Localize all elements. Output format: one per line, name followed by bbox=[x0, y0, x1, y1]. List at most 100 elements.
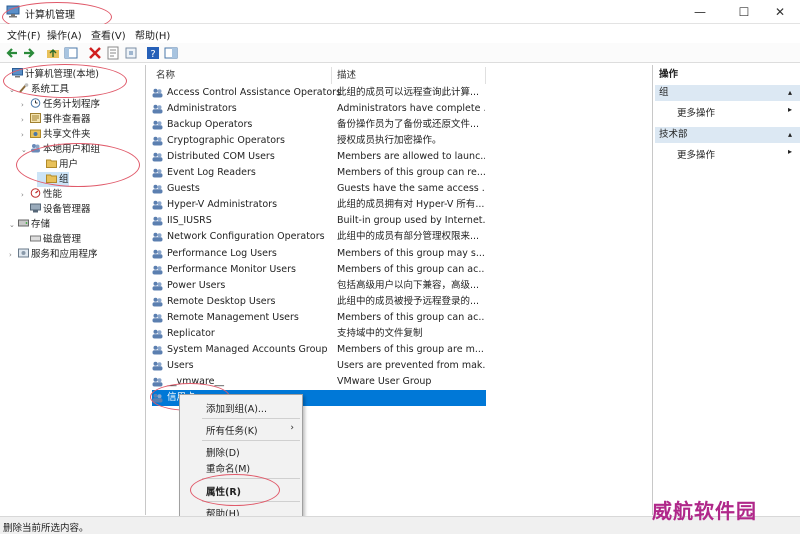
menu-file[interactable]: 文件(F) bbox=[7, 27, 41, 42]
group-description: Members of this group can ac... bbox=[337, 311, 485, 323]
group-description: Members of this group may s... bbox=[337, 247, 485, 259]
group-row[interactable]: Access Control Assistance Operators 此组的成员… bbox=[152, 85, 486, 101]
group-icon bbox=[152, 201, 163, 210]
actions-section-groups[interactable]: 组 ▴ bbox=[655, 85, 800, 101]
group-description: Members of this group can ac... bbox=[337, 263, 485, 275]
group-row[interactable]: Cryptographic Operators 授权成员执行加密操作。 bbox=[152, 133, 486, 149]
tree-item-computer-management[interactable]: 计算机管理(本地) bbox=[3, 67, 99, 82]
group-row[interactable]: Users Users are prevented from mak... bbox=[152, 358, 486, 374]
group-name: Network Configuration Operators bbox=[167, 231, 325, 243]
group-description: Members are allowed to launc... bbox=[337, 151, 485, 163]
group-row[interactable]: Performance Monitor Users Members of this… bbox=[152, 262, 486, 278]
group-row[interactable]: Replicator 支持域中的文件复制 bbox=[152, 326, 486, 342]
actions-more-groups[interactable]: 更多操作 ▸ bbox=[655, 103, 800, 119]
tree-item-users[interactable]: 用户 bbox=[37, 157, 78, 172]
group-row[interactable]: Performance Log Users Members of this gro… bbox=[152, 246, 486, 262]
group-icon bbox=[152, 88, 163, 98]
tree-item-services-applications[interactable]: › 服务和应用程序 bbox=[9, 247, 98, 262]
context-all-tasks[interactable]: 所有任务(K) bbox=[206, 423, 258, 437]
group-row[interactable]: System Managed Accounts Group Members of … bbox=[152, 342, 486, 358]
context-menu: 添加到组(A)... 所有任务(K) › 删除(D) 重命名(M) 属性(R) … bbox=[179, 394, 303, 521]
group-row[interactable]: IIS_IUSRS Built-in group used by Internet… bbox=[152, 213, 486, 229]
group-name: Event Log Readers bbox=[167, 167, 256, 179]
tree-item-performance[interactable]: › 性能 bbox=[21, 187, 62, 202]
event-viewer-icon bbox=[30, 113, 41, 123]
context-rename[interactable]: 重命名(M) bbox=[206, 461, 250, 475]
show-tree-icon[interactable] bbox=[64, 46, 78, 60]
disk-icon bbox=[30, 235, 41, 242]
group-name: Remote Desktop Users bbox=[167, 295, 276, 307]
group-row[interactable]: Remote Desktop Users 此组中的成员被授予远程登录的... bbox=[152, 294, 486, 310]
menu-view[interactable]: 查看(V) bbox=[91, 27, 126, 42]
minimize-button[interactable]: — bbox=[680, 0, 720, 24]
group-row[interactable]: Hyper-V Administrators 此组的成员拥有对 Hyper-V 所… bbox=[152, 197, 486, 213]
back-arrow-icon[interactable] bbox=[5, 46, 19, 60]
group-row[interactable]: Network Configuration Operators 此组中的成员有部分… bbox=[152, 229, 486, 245]
context-delete[interactable]: 删除(D) bbox=[206, 445, 240, 459]
forward-arrow-icon[interactable] bbox=[22, 46, 36, 60]
group-row[interactable]: Power Users 包括高级用户以向下兼容，高级... bbox=[152, 278, 486, 294]
more-arrow-icon: ▸ bbox=[787, 147, 792, 156]
actions-section-tech-dept[interactable]: 技术部 ▴ bbox=[655, 127, 800, 143]
group-row[interactable]: Administrators Administrators have comple… bbox=[152, 101, 486, 117]
group-icon bbox=[152, 152, 163, 162]
menu-help[interactable]: 帮助(H) bbox=[135, 27, 170, 42]
show-action-pane-icon[interactable] bbox=[164, 46, 178, 60]
group-icon bbox=[152, 329, 163, 339]
collapse-arrow-icon: ▴ bbox=[787, 88, 792, 97]
group-name: Remote Management Users bbox=[167, 311, 299, 323]
group-description: 备份操作员为了备份或还原文件... bbox=[337, 119, 480, 131]
tree-item-storage[interactable]: ⌄ 存储 bbox=[9, 217, 50, 232]
group-icon bbox=[152, 313, 163, 323]
tree-item-device-manager[interactable]: 设备管理器 bbox=[21, 202, 91, 217]
group-row[interactable]: Backup Operators 备份操作员为了备份或还原文件... bbox=[152, 117, 486, 133]
tree-item-disk-management[interactable]: 磁盘管理 bbox=[21, 232, 81, 247]
folder-icon bbox=[46, 174, 57, 183]
menu-action[interactable]: 操作(A) bbox=[47, 27, 82, 42]
help-icon[interactable]: ? bbox=[146, 46, 160, 60]
tree-item-event-viewer[interactable]: › 事件查看器 bbox=[21, 112, 91, 127]
menu-bar: 文件(F) 操作(A) 查看(V) 帮助(H) bbox=[0, 24, 800, 43]
computer-management-icon bbox=[6, 5, 20, 18]
refresh-icon[interactable] bbox=[124, 46, 138, 60]
up-folder-icon[interactable] bbox=[46, 46, 60, 60]
group-description: Administrators have complete ... bbox=[337, 103, 485, 115]
close-button[interactable]: ✕ bbox=[760, 0, 800, 24]
context-properties[interactable]: 属性(R) bbox=[206, 484, 241, 498]
tree-item-system-tools[interactable]: ⌄ 系统工具 bbox=[9, 82, 69, 97]
group-icon bbox=[152, 297, 163, 307]
properties-icon[interactable] bbox=[106, 46, 120, 60]
context-add-to-group[interactable]: 添加到组(A)... bbox=[206, 401, 267, 415]
group-name: Replicator bbox=[167, 327, 215, 339]
services-icon bbox=[18, 248, 29, 258]
tree-item-groups[interactable]: 组 bbox=[37, 172, 69, 187]
group-name: IIS_IUSRS bbox=[167, 215, 212, 227]
group-row[interactable]: Guests Guests have the same access ... bbox=[152, 181, 486, 197]
delete-icon[interactable] bbox=[88, 46, 102, 60]
group-icon bbox=[152, 393, 163, 403]
group-description: 包括高级用户以向下兼容，高级... bbox=[337, 279, 480, 291]
group-row[interactable]: Event Log Readers Members of this group c… bbox=[152, 165, 486, 181]
group-row[interactable]: Remote Management Users Members of this g… bbox=[152, 310, 486, 326]
column-header-name[interactable]: 名称 bbox=[152, 67, 332, 84]
actions-more-tech-dept[interactable]: 更多操作 ▸ bbox=[655, 145, 800, 161]
group-description: 支持域中的文件复制 bbox=[337, 327, 423, 339]
column-header-description[interactable]: 描述 bbox=[333, 67, 486, 84]
group-row[interactable]: Distributed COM Users Members are allowed… bbox=[152, 149, 486, 165]
actions-pane: 操作 组 ▴ 更多操作 ▸ 技术部 ▴ 更多操作 ▸ bbox=[655, 65, 800, 515]
maximize-button[interactable]: ☐ bbox=[724, 0, 764, 24]
group-name: Performance Monitor Users bbox=[167, 263, 296, 275]
group-description: 此组的成员拥有对 Hyper-V 所有... bbox=[337, 199, 485, 211]
tree-item-shared-folders[interactable]: › 共享文件夹 bbox=[21, 127, 91, 142]
group-row[interactable]: __vmware__ VMware User Group bbox=[152, 374, 486, 390]
window-title: 计算机管理 bbox=[25, 10, 75, 21]
group-icon bbox=[152, 185, 163, 194]
group-description: Members of this group can re... bbox=[337, 167, 485, 179]
tree-item-task-scheduler[interactable]: › 任务计划程序 bbox=[21, 97, 100, 112]
group-icon bbox=[152, 169, 163, 178]
group-name: __vmware__ bbox=[167, 375, 225, 387]
group-icon bbox=[152, 136, 163, 146]
group-name: Distributed COM Users bbox=[167, 151, 275, 163]
actions-header: 操作 bbox=[659, 69, 679, 80]
tree-item-local-users-groups[interactable]: ⌄ 本地用户和组 bbox=[21, 142, 100, 157]
